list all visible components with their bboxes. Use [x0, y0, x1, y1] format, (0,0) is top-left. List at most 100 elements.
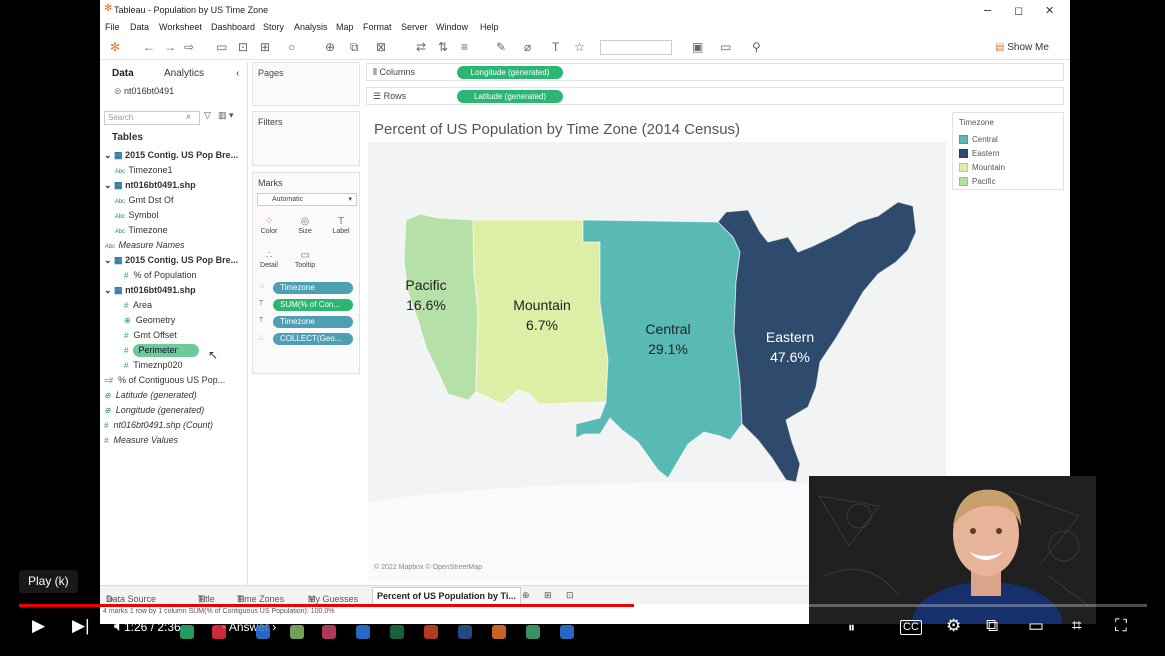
tab-percent-us-population[interactable]: Percent of US Population by Ti... [372, 587, 521, 604]
legend-item-central[interactable]: Central [959, 135, 998, 146]
captions-icon[interactable]: CC [900, 620, 922, 635]
replace-data-icon[interactable]: ⇨ [184, 40, 194, 54]
new-sheet-icon[interactable]: ⊞ [260, 40, 270, 54]
legend-item-pacific[interactable]: Pacific [959, 177, 996, 188]
field-geometry[interactable]: ⊕ Geometry [100, 313, 248, 328]
field-gmt-offset[interactable]: # Gmt Offset [100, 328, 248, 343]
settings-gear-icon[interactable]: ⚙ [946, 616, 961, 636]
field-measure-values[interactable]: # Measure Values [100, 433, 248, 448]
field-table-shp-2[interactable]: ⌄ ▦ nt016bt0491.shp [100, 283, 248, 298]
legend-item-eastern[interactable]: Eastern [959, 149, 1000, 160]
view-options-icon[interactable]: ▥ ▾ [218, 110, 234, 121]
play-icon[interactable]: ▶ [32, 616, 45, 636]
color-button[interactable]: ⁘ Color [257, 215, 281, 237]
menu-server[interactable]: Server [401, 22, 428, 32]
tab-analytics[interactable]: Analytics [164, 68, 204, 79]
filter-icon[interactable]: ▽ [204, 110, 211, 121]
filters-card[interactable]: Filters [252, 111, 360, 166]
field-table-2015-1[interactable]: ⌄ ▦ 2015 Contig. US Pop Bre... [100, 148, 248, 163]
menu-dashboard[interactable]: Dashboard [211, 22, 255, 32]
share-icon[interactable]: ⚲ [752, 40, 761, 54]
pin-icon[interactable]: ☆ [574, 40, 585, 54]
mark-pill-timezone-color[interactable]: Timezone [273, 282, 353, 294]
field-gmt-dst-of[interactable]: Abc Gmt Dst Of [100, 193, 248, 208]
tooltip-icon[interactable]: ▭ [720, 40, 731, 54]
field-pct-contiguous[interactable]: =# % of Contiguous US Pop... [100, 373, 248, 388]
progress-bar[interactable] [19, 604, 1147, 607]
field-timeznp020[interactable]: # Timeznp020 [100, 358, 248, 373]
presentation-icon[interactable]: ▣ [692, 40, 703, 54]
close-button[interactable]: ✕ [1045, 4, 1054, 17]
size-button[interactable]: ◎ Size [293, 215, 317, 237]
menu-window[interactable]: Window [436, 22, 468, 32]
new-datasource-icon[interactable]: ⊡ [238, 40, 248, 54]
volume-icon[interactable]: 🔈︎ [114, 616, 124, 636]
label-toggle-icon[interactable]: T [552, 40, 559, 54]
menu-analysis[interactable]: Analysis [294, 22, 328, 32]
pages-card[interactable]: Pages [252, 62, 360, 106]
menu-worksheet[interactable]: Worksheet [159, 22, 202, 32]
field-perimeter[interactable]: # Perimeter [100, 343, 248, 358]
field-symbol[interactable]: Abc Symbol [100, 208, 248, 223]
mark-pill-sum-label[interactable]: SUM(% of Con... [273, 299, 353, 311]
menu-map[interactable]: Map [336, 22, 354, 32]
sort-desc-icon[interactable]: ≡ [461, 40, 468, 54]
save-icon[interactable]: ▭ [216, 40, 227, 54]
undo-icon[interactable]: ← [143, 40, 155, 54]
field-table-shp-1[interactable]: ⌄ ▦ nt016bt0491.shp [100, 178, 248, 193]
legend-item-mountain[interactable]: Mountain [959, 163, 1005, 174]
field-measure-names[interactable]: Abc Measure Names [100, 238, 248, 253]
duplicate-icon[interactable]: ⧉ [350, 40, 359, 55]
columns-pill-longitude[interactable]: Longitude (generated) [457, 66, 563, 79]
collapse-pane-icon[interactable]: ‹ [236, 68, 239, 79]
highlight-icon[interactable]: ✎ [496, 40, 506, 54]
tab-data[interactable]: Data [112, 68, 134, 79]
rows-shelf[interactable]: ☰ Rows Latitude (generated) [366, 87, 1064, 105]
tableau-home-icon[interactable]: ✻ [110, 40, 120, 54]
theater-mode-icon[interactable]: ▭ [1028, 616, 1044, 636]
show-me-button[interactable]: ▤ Show Me [995, 42, 1049, 53]
miniplayer-icon[interactable]: ⧉ [986, 616, 998, 636]
label-button[interactable]: T Label [329, 215, 353, 237]
field-pct-population[interactable]: # % of Population [100, 268, 248, 283]
cast-icon[interactable]: ⌗ [1072, 616, 1082, 636]
new-dashboard-tab-icon[interactable]: ⊞ [544, 590, 552, 601]
rows-pill-latitude[interactable]: Latitude (generated) [457, 90, 563, 103]
menu-data[interactable]: Data [130, 22, 149, 32]
field-area[interactable]: # Area [100, 298, 248, 313]
tooltip-button[interactable]: ▭ Tooltip [293, 249, 317, 271]
next-icon[interactable]: ▶| [72, 616, 90, 636]
group-icon[interactable]: ⌀ [524, 40, 531, 54]
field-timezone1[interactable]: Abc Timezone1 [100, 163, 248, 178]
maximize-button[interactable]: ◻ [1014, 4, 1023, 17]
field-longitude[interactable]: ⊕ Longitude (generated) [100, 403, 248, 418]
clear-sheet-icon[interactable]: ⊠ [376, 40, 386, 54]
menu-format[interactable]: Format [363, 22, 392, 32]
columns-shelf[interactable]: ⦀ Columns Longitude (generated) [366, 63, 1064, 81]
menu-help[interactable]: Help [480, 22, 499, 32]
field-latitude[interactable]: ⊕ Latitude (generated) [100, 388, 248, 403]
menu-file[interactable]: File [105, 22, 120, 32]
detail-button[interactable]: ∴ Detail [257, 249, 281, 271]
mark-pill-collect-geometry[interactable]: COLLECT(Geo... [273, 333, 353, 345]
field-count[interactable]: # nt016bt0491.shp (Count) [100, 418, 248, 433]
new-story-tab-icon[interactable]: ⊡ [566, 590, 574, 601]
field-table-2015-2[interactable]: ⌄ ▦ 2015 Contig. US Pop Bre... [100, 253, 248, 268]
fit-dropdown[interactable] [600, 40, 672, 55]
minimize-button[interactable]: – [984, 2, 991, 17]
fullscreen-icon[interactable]: ⛶ [1115, 616, 1127, 636]
new-worksheet-icon[interactable]: ⊕ [325, 40, 335, 54]
sort-asc-icon[interactable]: ⇅ [438, 40, 448, 54]
swap-icon[interactable]: ⇄ [416, 40, 426, 54]
menu-story[interactable]: Story [263, 22, 284, 32]
mark-pill-timezone-label[interactable]: Timezone [273, 316, 353, 328]
mark-type-dropdown[interactable]: Automatic ▾ [257, 193, 357, 206]
datasource-item[interactable]: ⊜ nt016bt0491 [114, 86, 174, 97]
search-icon[interactable]: ⌕ [186, 111, 191, 122]
field-label-highlighted[interactable]: Perimeter [133, 344, 200, 357]
autoplay-toggle-icon[interactable]: ⏸ [848, 619, 855, 636]
new-worksheet-tab-icon[interactable]: ⊕ [522, 590, 530, 601]
refresh-icon[interactable]: ○ [288, 40, 295, 54]
field-timezone[interactable]: Abc Timezone [100, 223, 248, 238]
redo-icon[interactable]: → [164, 40, 176, 54]
